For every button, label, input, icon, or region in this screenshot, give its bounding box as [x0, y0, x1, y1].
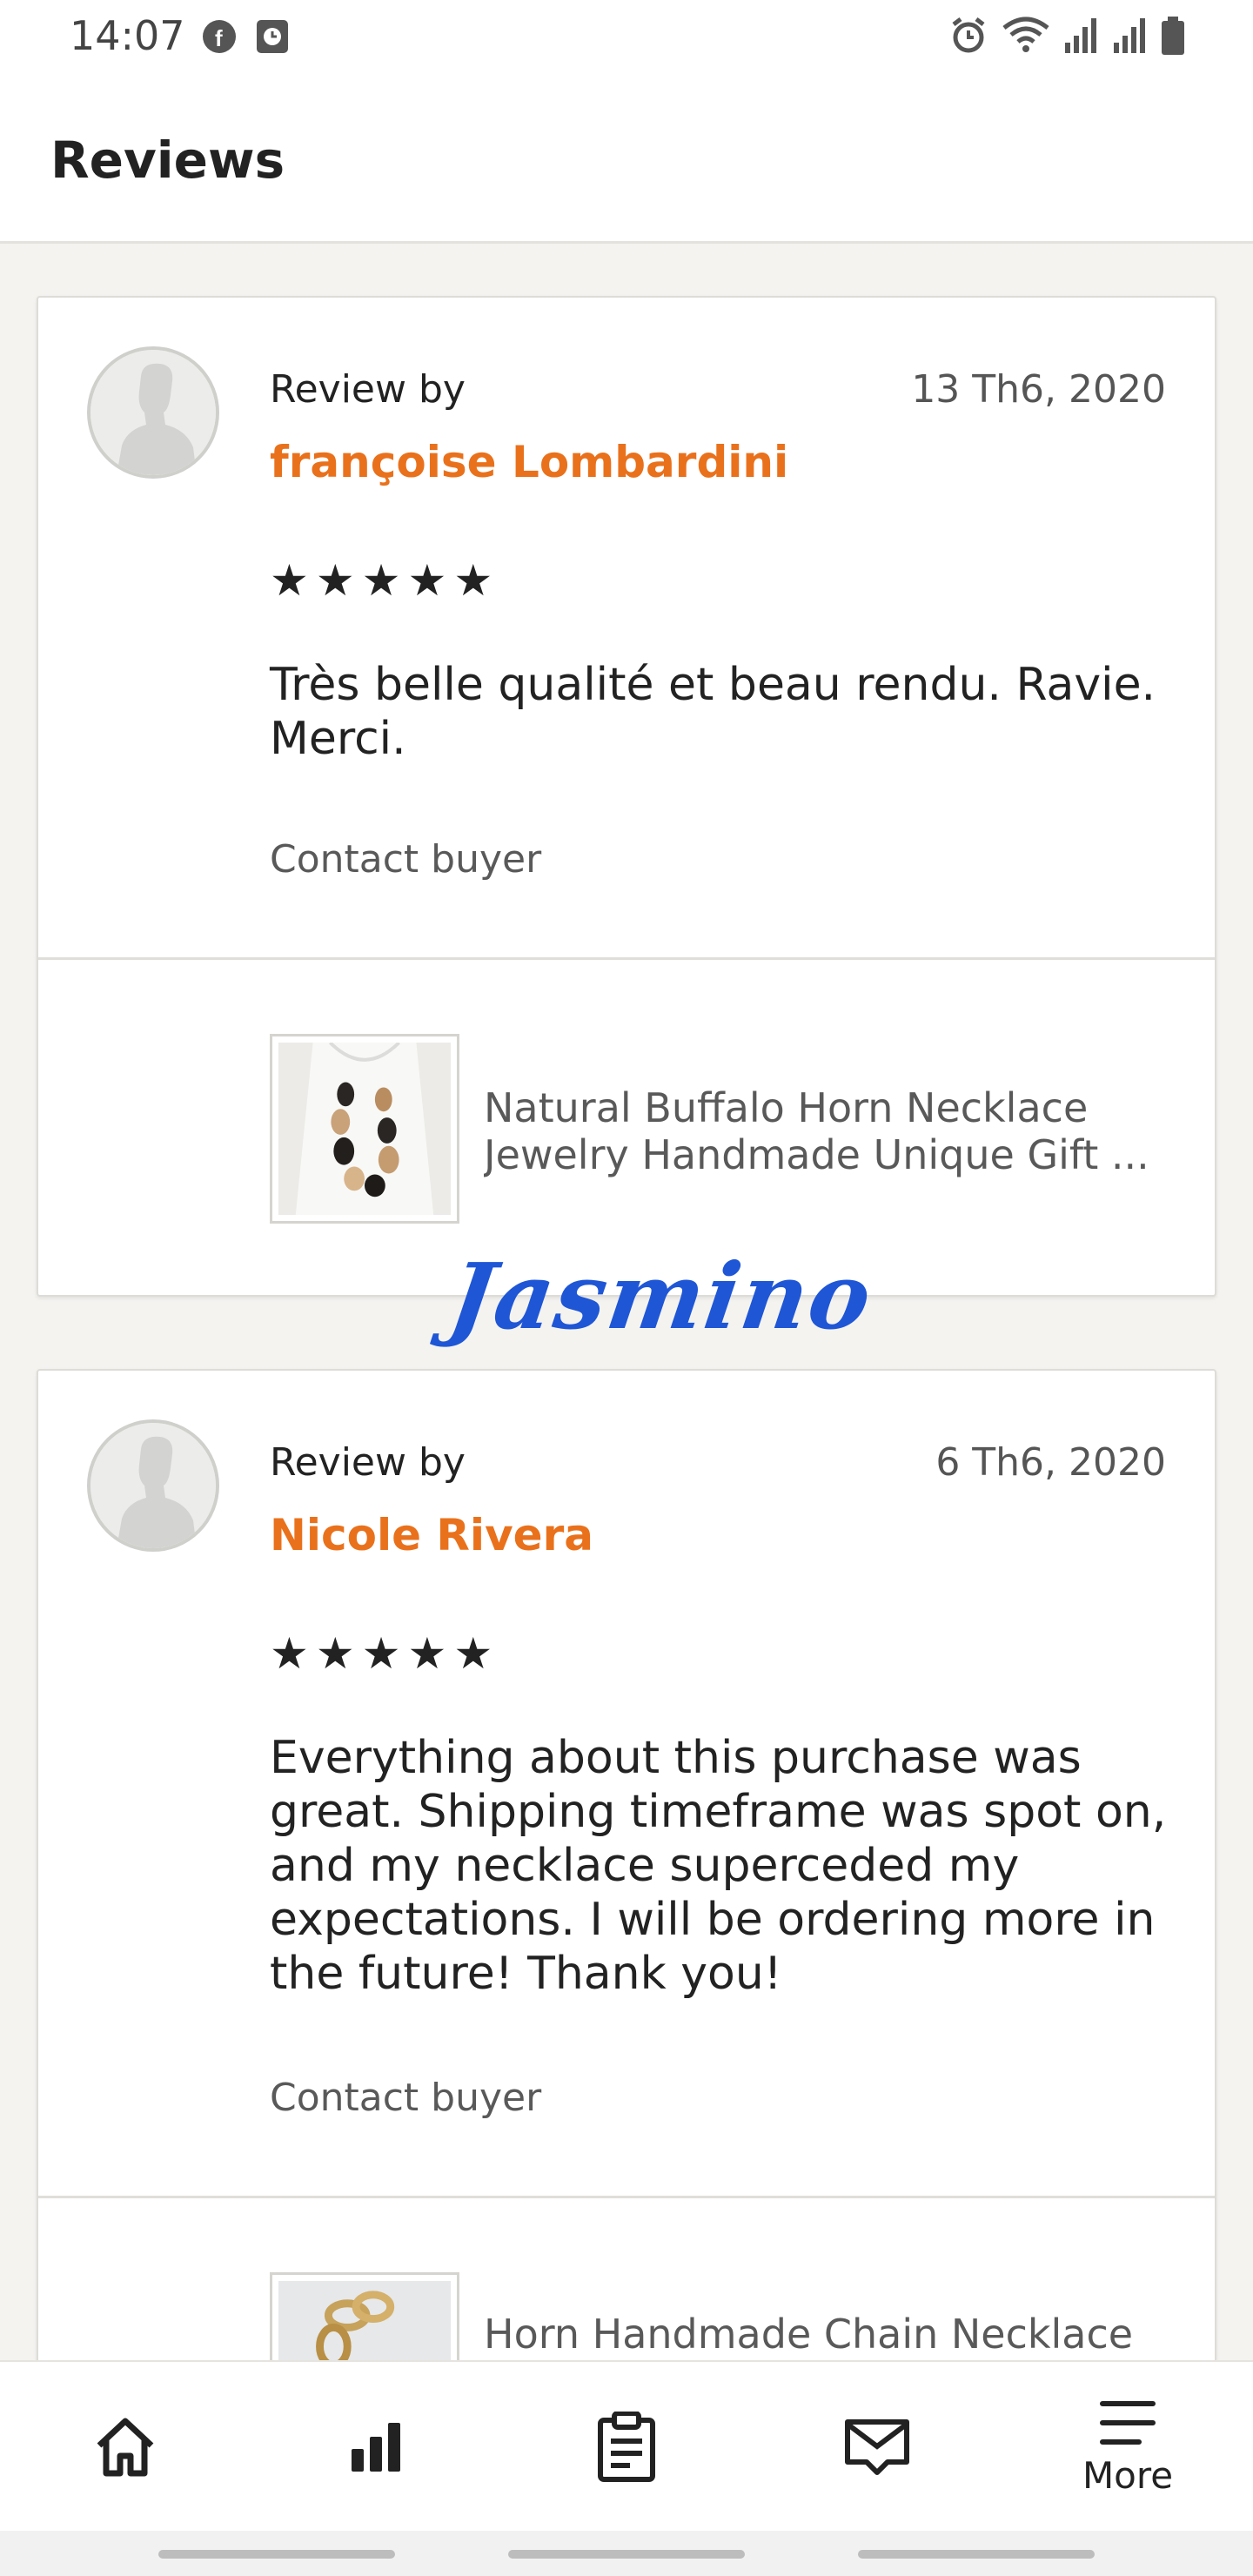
review-date: 6 Th6, 2020: [935, 1440, 1166, 1485]
alarm-icon: [952, 17, 985, 53]
system-nav-bar: [0, 2531, 1253, 2576]
reviewer-name[interactable]: françoise Lombardini: [270, 437, 788, 487]
star-rating: ★ ★ ★ ★ ★: [270, 559, 492, 602]
avatar[interactable]: [87, 1419, 219, 1552]
menu-icon: [1100, 2400, 1156, 2445]
contact-buyer-link[interactable]: Contact buyer: [270, 2076, 541, 2120]
review-card: Review by 13 Th6, 2020 françoise Lombard…: [37, 296, 1216, 1297]
reviewer-name[interactable]: Nicole Rivera: [270, 1510, 593, 1560]
facebook-icon: f: [203, 20, 236, 53]
listing-title[interactable]: Natural Buffalo Horn Necklace Jewelry Ha…: [484, 1084, 1197, 1178]
nav-messages[interactable]: [752, 2362, 1002, 2532]
svg-text:f: f: [215, 25, 223, 51]
app-header: Reviews: [0, 73, 1253, 244]
star-icon: ★: [407, 1628, 447, 1679]
star-icon: ★: [315, 1628, 355, 1679]
bottom-nav: More: [0, 2360, 1253, 2531]
star-icon: ★: [270, 555, 309, 606]
divider: [38, 957, 1215, 960]
clock-app-icon: [257, 20, 288, 53]
signal-icon: [1114, 18, 1145, 53]
nav-more[interactable]: More: [1002, 2362, 1253, 2532]
star-icon: ★: [361, 555, 401, 606]
signal-icon: [1065, 18, 1096, 53]
watermark: Jasmino: [443, 1243, 880, 1350]
star-icon: ★: [453, 555, 493, 606]
star-icon: ★: [361, 1628, 401, 1679]
nav-orders[interactable]: [501, 2362, 752, 2532]
star-icon: ★: [270, 1628, 309, 1679]
necklace-photo: [278, 1041, 451, 1215]
avatar[interactable]: [87, 346, 219, 479]
review-by-label: Review by: [270, 1440, 466, 1485]
review-date: 13 Th6, 2020: [911, 367, 1166, 412]
default-avatar-icon: [90, 1423, 216, 1548]
system-nav-handle[interactable]: [158, 2550, 395, 2559]
status-bar: 14:07 f: [0, 0, 1253, 73]
wifi-icon: [1002, 17, 1049, 52]
status-time: 14:07: [70, 12, 185, 59]
review-text: Très belle qualité et beau rendu. Ravie.…: [270, 659, 1156, 765]
star-icon: ★: [453, 1628, 493, 1679]
messages-icon: [845, 2419, 909, 2475]
nav-home[interactable]: [0, 2362, 251, 2532]
star-icon: ★: [315, 555, 355, 606]
default-avatar-icon: [90, 350, 216, 475]
review-by-label: Review by: [270, 367, 466, 412]
system-nav-handle[interactable]: [858, 2550, 1095, 2559]
nav-more-label: More: [1082, 2453, 1174, 2497]
stats-icon: [352, 2423, 400, 2472]
page-title: Reviews: [50, 131, 285, 190]
nav-stats[interactable]: [251, 2362, 501, 2532]
listing-thumbnail[interactable]: [270, 1034, 459, 1224]
listing-title[interactable]: Horn Handmade Chain Necklace: [484, 2311, 1197, 2358]
divider: [38, 2196, 1215, 2198]
star-rating: ★ ★ ★ ★ ★: [270, 1632, 492, 1675]
star-icon: ★: [407, 555, 447, 606]
contact-buyer-link[interactable]: Contact buyer: [270, 837, 541, 882]
home-icon: [97, 2418, 154, 2477]
battery-icon: [1162, 17, 1184, 55]
review-text: Everything about this purchase was great…: [270, 1732, 1167, 2000]
system-nav-handle[interactable]: [508, 2550, 745, 2559]
orders-clipboard-icon: [598, 2412, 655, 2482]
